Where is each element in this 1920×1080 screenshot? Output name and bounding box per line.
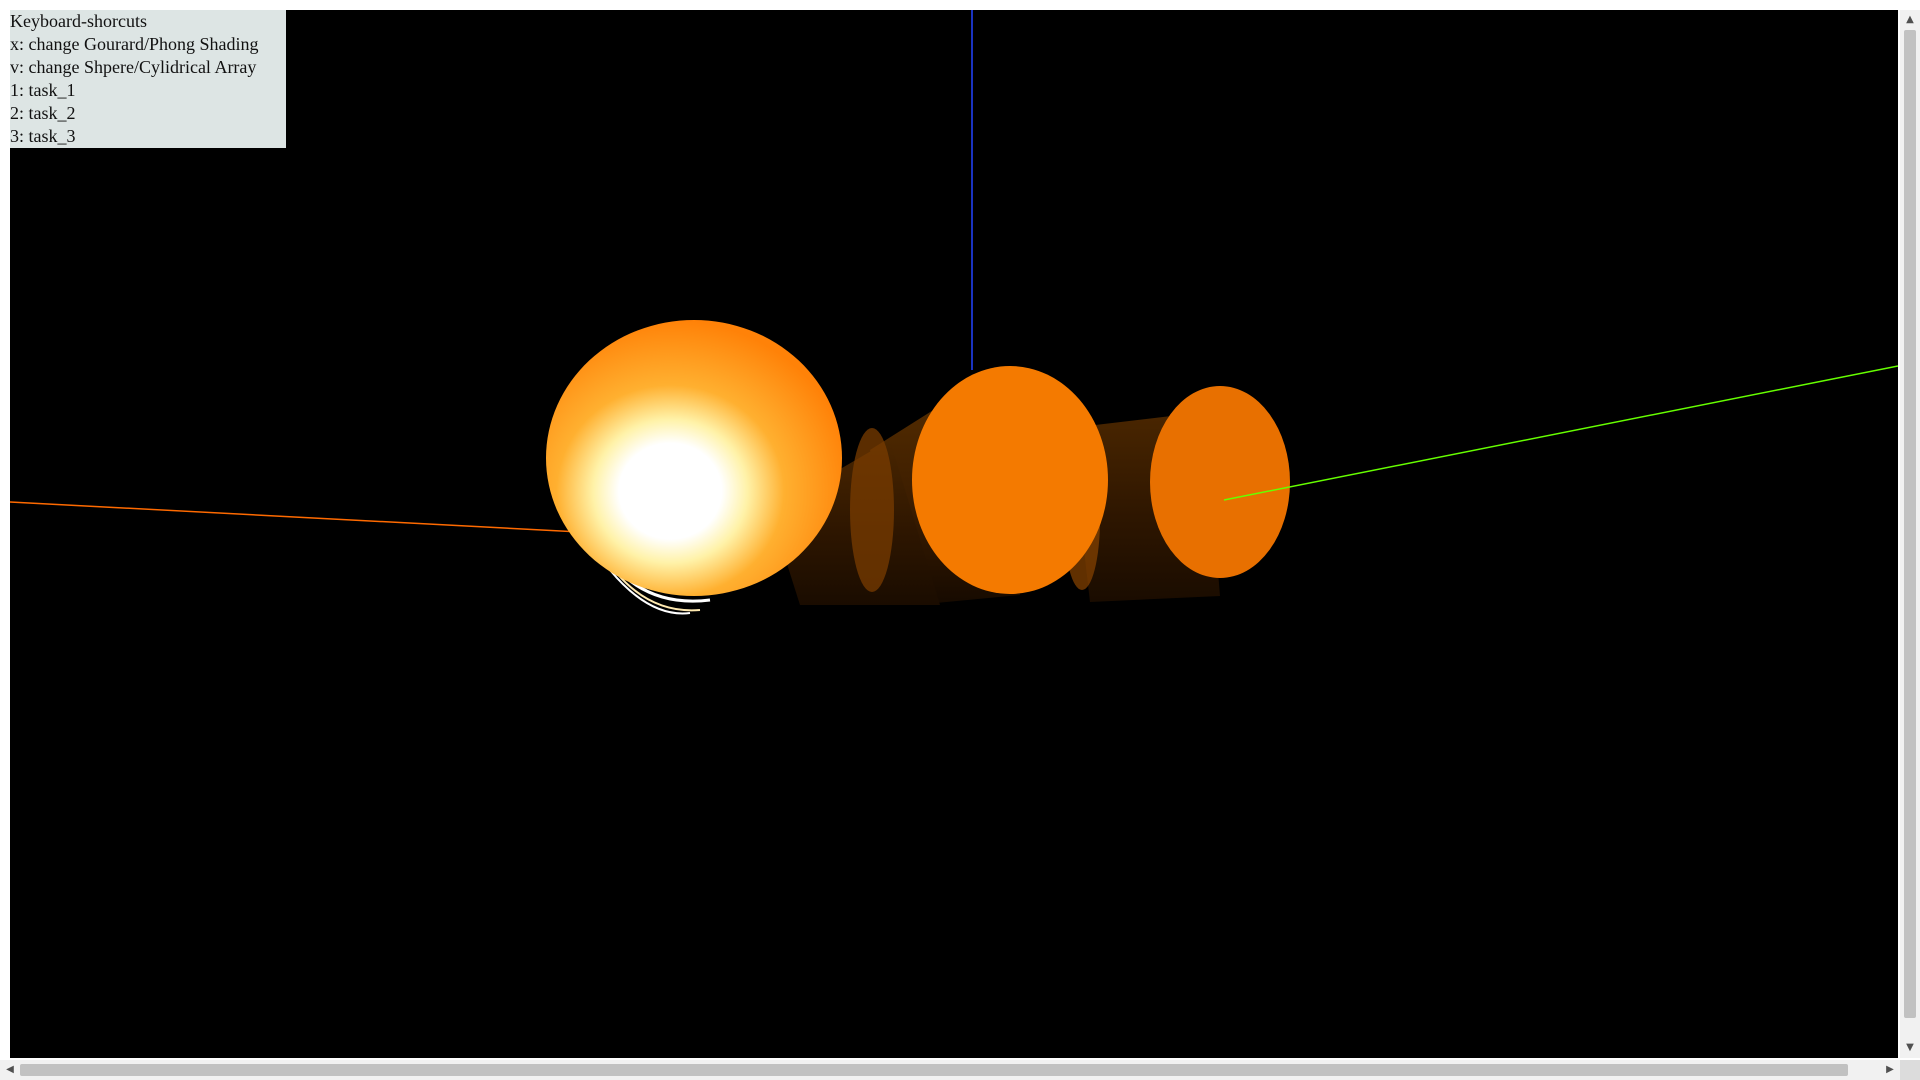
scroll-left-icon[interactable]: ◀	[0, 1060, 20, 1080]
shortcut-3: 3: task_3	[10, 126, 76, 146]
keyboard-shortcuts-panel: Keyboard-shorcuts x: change Gourard/Phon…	[10, 10, 286, 148]
help-title: Keyboard-shorcuts	[10, 11, 147, 31]
cylinder-2-cap	[912, 366, 1108, 594]
horizontal-scrollbar[interactable]: ◀ ▶	[0, 1060, 1900, 1080]
x-axis-line	[10, 501, 581, 533]
scrollbar-corner	[1900, 1060, 1920, 1080]
vertical-scrollbar[interactable]: ▲ ▼	[1900, 10, 1920, 1058]
scene-canvas[interactable]	[10, 10, 1898, 1058]
vertical-scroll-thumb[interactable]	[1904, 30, 1916, 1018]
horizontal-scroll-thumb[interactable]	[20, 1064, 1848, 1076]
lit-sphere	[546, 320, 842, 596]
scroll-down-icon[interactable]: ▼	[1900, 1038, 1920, 1058]
y-axis-line	[1223, 365, 1898, 501]
scroll-right-icon[interactable]: ▶	[1880, 1060, 1900, 1080]
shortcut-2: 2: task_2	[10, 103, 76, 123]
cylinder-1-rim	[850, 428, 894, 592]
scroll-up-icon[interactable]: ▲	[1900, 10, 1920, 30]
shortcut-v: v: change Shpere/Cylidrical Array	[10, 57, 257, 77]
shortcut-1: 1: task_1	[10, 80, 76, 100]
shortcut-x: x: change Gourard/Phong Shading	[10, 34, 259, 54]
cylinder-3-cap	[1150, 386, 1290, 578]
webgl-viewport[interactable]	[10, 10, 1898, 1058]
